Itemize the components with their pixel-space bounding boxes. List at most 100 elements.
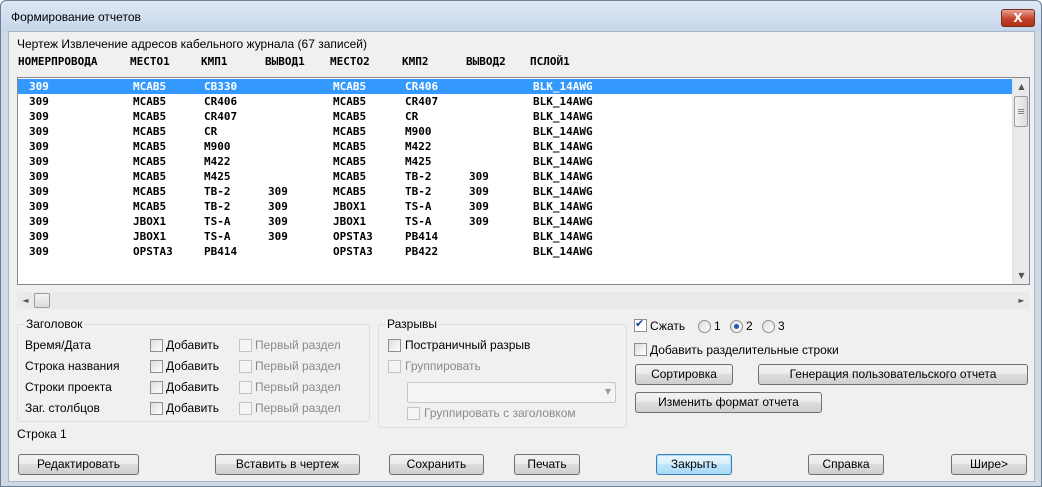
table-cell: BLK_14AWG [533,185,593,198]
add-checkbox[interactable] [150,402,163,415]
change-report-format-button[interactable]: Изменить формат отчета [635,392,822,413]
table-cell: 309 [268,215,288,228]
scroll-left-arrow-icon[interactable]: ◄ [17,292,34,309]
edit-button[interactable]: Редактировать [18,454,139,475]
group-checkbox[interactable] [388,360,401,373]
table-cell: MCAB5 [333,110,367,123]
table-row[interactable]: 309 MCAB5 M422 MCAB5 M425 BLK_14AWG [18,154,1013,169]
table-row[interactable]: 309 MCAB5 CR407 MCAB5 CR BLK_14AWG [18,109,1013,124]
column-header[interactable]: МЕСТО2 [330,55,370,68]
group-with-header-checkbox[interactable] [407,407,420,420]
compress-checkbox[interactable]: ✔ [634,317,647,332]
table-cell: MCAB5 [133,140,167,153]
add-separator-checkbox[interactable] [634,343,647,356]
first-section-label: Первый раздел [255,359,341,373]
table-row[interactable]: 309 MCAB5 TB-2 309 MCAB5 TB-2 309 BLK_14AWG [18,184,1013,199]
header-item-label: Строка названия [25,359,120,373]
first-section-checkbox[interactable] [239,339,252,352]
table-cell: BLK_14AWG [533,95,593,108]
table-row[interactable]: 309 MCAB5 CB330 MCAB5 CR406 BLK_14AWG [18,79,1013,94]
table-cell: MCAB5 [133,155,167,168]
add-label: Добавить [166,401,220,415]
column-header[interactable]: ВЫВОД2 [466,55,506,68]
scroll-down-arrow-icon[interactable]: ▼ [1013,267,1029,284]
group-with-header-label: Группировать с заголовком [424,406,576,420]
table-row[interactable]: 309 MCAB5 CR MCAB5 M900 BLK_14AWG [18,124,1013,139]
wider-button[interactable]: Шире> [951,454,1027,475]
table-cell: MCAB5 [133,95,167,108]
table-cell: 309 [268,230,288,243]
table-cell: CB330 [204,80,238,93]
column-header[interactable]: КМП1 [201,55,228,68]
table-cell: M900 [204,140,231,153]
table-cell: CR407 [405,95,439,108]
table-cell: MCAB5 [333,95,367,108]
table-row[interactable]: 309 MCAB5 CR406 MCAB5 CR407 BLK_14AWG [18,94,1013,109]
grip-line [1018,109,1024,110]
table-cell: 309 [29,140,49,153]
table-cell: CR [204,125,218,138]
table-cell: BLK_14AWG [533,215,593,228]
table-row[interactable]: 309 MCAB5 TB-2 309 JBOX1 TS-A 309 BLK_14AWG [18,199,1013,214]
header-item-label: Строки проекта [25,380,112,394]
first-section-label: Первый раздел [255,338,341,352]
header-group-legend: Заголовок [24,317,85,331]
window-title: Формирование отчетов [11,10,141,24]
horizontal-scroll-thumb[interactable] [34,293,50,308]
horizontal-scrollbar[interactable]: ◄ ► [17,292,1030,309]
table-row[interactable]: 309 JBOX1 TS-A 309 OPSTA3 PB414 BLK_14AWG [18,229,1013,244]
grip-line [1018,113,1024,114]
close-window-button[interactable]: X [1001,9,1035,27]
add-checkbox[interactable] [150,339,163,352]
page-break-checkbox[interactable] [388,339,401,352]
table-cell: 309 [469,200,489,213]
table-cell: TS-A [405,200,432,213]
vertical-scroll-thumb[interactable] [1014,96,1028,127]
add-checkbox[interactable] [150,360,163,373]
scroll-up-arrow-icon[interactable]: ▲ [1013,78,1029,95]
sort-button[interactable]: Сортировка [635,364,733,385]
table-cell: JBOX1 [133,215,167,228]
table-cell: OPSTA3 [133,245,173,258]
help-button[interactable]: Справка [808,454,884,475]
table-cell: 309 [29,80,49,93]
table-cell: 309 [29,245,49,258]
close-button[interactable]: Закрыть [656,454,732,475]
header-item-label: Заг. столбцов [25,401,100,415]
table-cell: 309 [29,230,49,243]
table-cell: 309 [268,185,288,198]
radio-option-1[interactable] [698,320,711,333]
table-cell: CR406 [405,80,439,93]
table-row[interactable]: 309 JBOX1 TS-A 309 JBOX1 TS-A 309 BLK_14AWG [18,214,1013,229]
table-cell: OPSTA3 [333,230,373,243]
column-header[interactable]: НОМЕРПРОВОДА [18,55,97,68]
radio-option-2[interactable] [730,320,743,333]
first-section-label: Первый раздел [255,401,341,415]
first-section-checkbox[interactable] [239,381,252,394]
radio-option-3[interactable] [762,320,775,333]
table-row[interactable]: 309 MCAB5 M900 MCAB5 M422 BLK_14AWG [18,139,1013,154]
first-section-checkbox[interactable] [239,360,252,373]
group-field-combo[interactable]: ▼ [407,382,616,403]
table-cell: CR [405,110,419,123]
first-section-checkbox[interactable] [239,402,252,415]
add-checkbox[interactable] [150,381,163,394]
column-header[interactable]: ВЫВОД1 [265,55,305,68]
table-row[interactable]: 309 MCAB5 M425 MCAB5 TB-2 309 BLK_14AWG [18,169,1013,184]
print-button[interactable]: Печать [514,454,580,475]
table-cell: OPSTA3 [333,245,373,258]
column-header[interactable]: МЕСТО1 [130,55,170,68]
table-cell: M422 [204,155,231,168]
add-separator-label: Добавить разделительные строки [650,343,839,357]
title-bar[interactable]: Формирование отчетов X [1,1,1041,31]
table-row[interactable]: 309 OPSTA3 PB414 OPSTA3 PB422 BLK_14AWG [18,244,1013,259]
generate-custom-report-button[interactable]: Генерация пользовательского отчета [758,364,1028,385]
column-header[interactable]: КМП2 [402,55,429,68]
vertical-scrollbar[interactable]: ▲ ▼ [1012,78,1029,284]
column-header[interactable]: ПСЛОЙ1 [530,55,570,68]
table-cell: JBOX1 [133,230,167,243]
report-list[interactable]: 309 OPSTA3 PB414 OPSTA3 PB422 BLK_14AWG 309 JBO… [17,77,1030,285]
scroll-right-arrow-icon[interactable]: ► [1013,292,1030,309]
insert-into-drawing-button[interactable]: Вставить в чертеж [215,454,360,475]
save-button[interactable]: Сохранить [389,454,484,475]
